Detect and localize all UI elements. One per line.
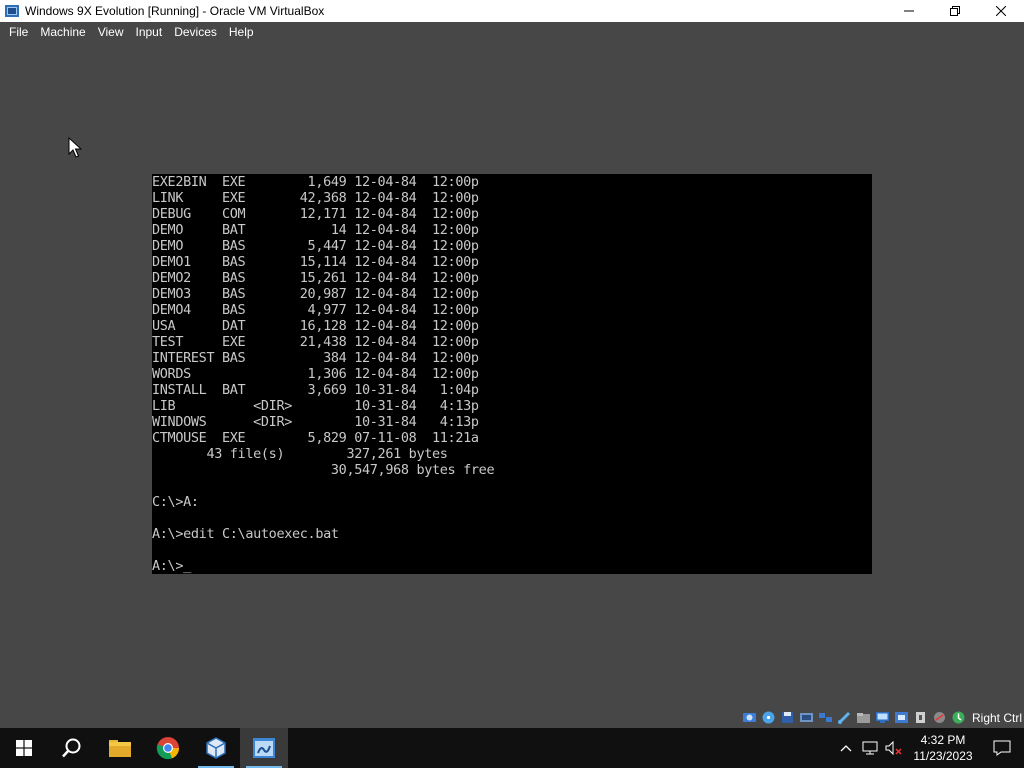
host-key-label[interactable]: Right Ctrl [972,711,1022,725]
cpu-icon[interactable] [913,711,928,724]
virtualbox-manager-button[interactable] [192,728,240,768]
chrome-icon [156,737,180,760]
notification-icon [993,740,1011,756]
show-hidden-icons-button[interactable] [834,728,858,768]
console-line: DEBUG COM 12,171 12-04-84 12:00p [152,206,479,222]
console-command: A:\>edit C:\autoexec.bat [152,526,339,542]
console-line: WINDOWS <DIR> 10-31-84 4:13p [152,414,479,430]
minimize-button[interactable] [886,0,932,22]
menu-bar: File Machine View Input Devices Help [0,22,1024,42]
close-button[interactable] [978,0,1024,22]
bytes-free-summary: 30,547,968 bytes free [152,462,495,478]
console-line: DEMO3 BAS 20,987 12-04-84 12:00p [152,286,479,302]
console-line: DEMO BAS 5,447 12-04-84 12:00p [152,238,479,254]
start-button[interactable] [0,728,48,768]
console-line: LINK EXE 42,368 12-04-84 12:00p [152,190,479,206]
clock-date: 11/23/2023 [913,749,973,763]
taskbar-clock[interactable]: 4:32 PM 11/23/2023 [906,732,980,764]
vm-status-bar: Right Ctrl [0,707,1024,728]
file-explorer-button[interactable] [96,728,144,768]
recording-icon[interactable] [894,711,909,724]
menu-file[interactable]: File [4,25,33,39]
virtualbox-icon [5,5,19,17]
taskbar: 4:32 PM 11/23/2023 [0,728,1024,768]
action-center-button[interactable] [980,728,1024,768]
minimize-icon [904,10,914,12]
audio-icon[interactable] [799,711,814,724]
virtualbox-manager-icon [206,737,226,759]
console-line: INTEREST BAS 384 12-04-84 12:00p [152,350,479,366]
vm-screen[interactable]: EXE2BIN EXE 1,649 12-04-84 12:00p LINK E… [152,174,872,574]
display-icon[interactable] [875,711,890,724]
optical-drive-icon[interactable] [761,711,776,724]
menu-help[interactable]: Help [224,25,259,39]
keyboard-icon[interactable] [951,711,966,724]
file-count-summary: 43 file(s) 327,261 bytes [152,446,448,462]
windows-logo-icon [16,740,32,756]
volume-tray-button[interactable] [882,728,906,768]
network-icon[interactable] [818,711,833,724]
window-title: Windows 9X Evolution [Running] - Oracle … [25,4,325,18]
menu-view[interactable]: View [93,25,129,39]
menu-machine[interactable]: Machine [35,25,90,39]
file-explorer-icon [109,740,131,757]
search-icon [62,738,81,758]
close-icon [996,6,1006,16]
mouse-integration-icon[interactable] [932,711,947,724]
console-line: TEST EXE 21,438 12-04-84 12:00p [152,334,479,350]
chrome-button[interactable] [144,728,192,768]
maximize-icon [950,6,960,16]
network-tray-icon [862,741,878,755]
console-line: LIB <DIR> 10-31-84 4:13p [152,398,479,414]
shared-folder-icon[interactable] [856,711,871,724]
clock-time: 4:32 PM [920,733,966,747]
console-output: EXE2BIN EXE 1,649 12-04-84 12:00p LINK E… [152,174,872,574]
window-title-bar[interactable]: Windows 9X Evolution [Running] - Oracle … [0,0,1024,22]
console-line: INSTALL BAT 3,669 10-31-84 1:04p [152,382,479,398]
console-line: EXE2BIN EXE 1,649 12-04-84 12:00p [152,174,479,190]
text-cursor: _ [183,558,191,574]
volume-muted-icon [885,741,902,755]
console-line: USA DAT 16,128 12-04-84 12:00p [152,318,479,334]
menu-devices[interactable]: Devices [169,25,222,39]
console-prompt: A:\> [152,558,184,574]
mouse-pointer-icon [68,137,82,158]
chevron-up-icon [840,745,852,752]
vm-window-icon [253,738,275,758]
maximize-button[interactable] [932,0,978,22]
console-line: CTMOUSE EXE 5,829 07-11-08 11:21a [152,430,479,446]
floppy-icon[interactable] [780,711,795,724]
console-command: C:\>A: [152,494,199,510]
vm-window-button[interactable] [240,728,288,768]
console-line: DEMO1 BAS 15,114 12-04-84 12:00p [152,254,479,270]
menu-input[interactable]: Input [131,25,168,39]
search-button[interactable] [48,728,96,768]
console-line: DEMO2 BAS 15,261 12-04-84 12:00p [152,270,479,286]
network-tray-button[interactable] [858,728,882,768]
system-tray: 4:32 PM 11/23/2023 [834,728,1024,768]
console-line: DEMO4 BAS 4,977 12-04-84 12:00p [152,302,479,318]
hard-disk-icon[interactable] [742,711,757,724]
usb-icon[interactable] [837,711,852,724]
console-line: DEMO BAT 14 12-04-84 12:00p [152,222,479,238]
console-line: WORDS 1,306 12-04-84 12:00p [152,366,479,382]
